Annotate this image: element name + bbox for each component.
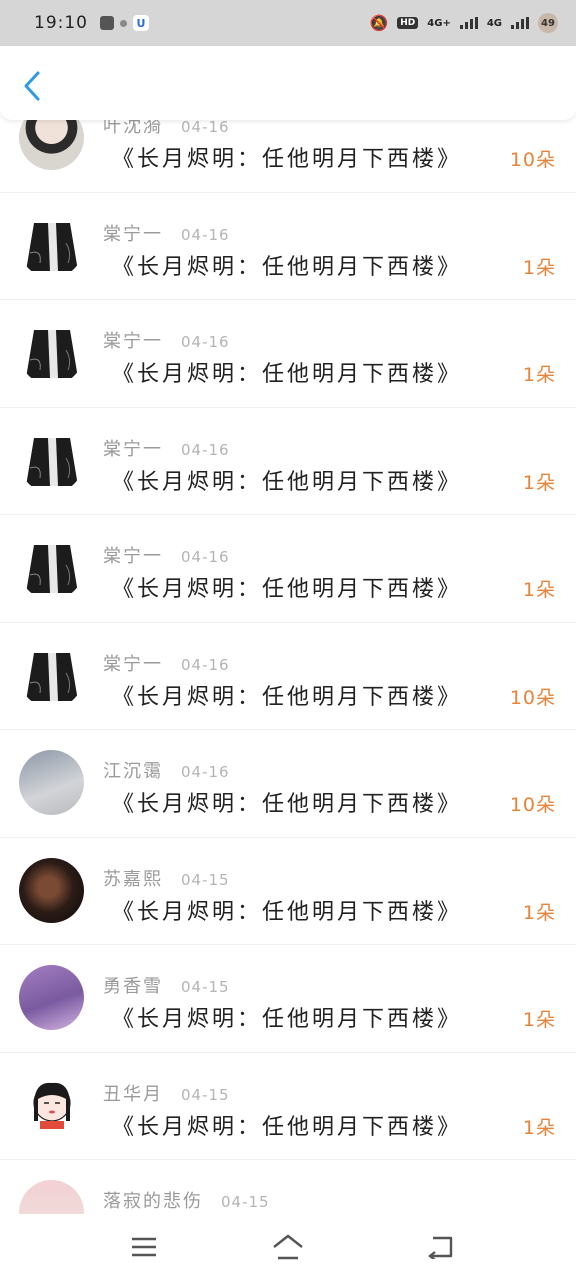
flower-count: 1朵 [522, 471, 556, 494]
gift-record-row[interactable]: 棠宁一 04-16 《长月烬明：任他明月下西楼》 1朵 [0, 193, 576, 300]
avatar[interactable] [19, 965, 84, 1030]
book-title[interactable]: 《长月烬明：任他明月下西楼》 [112, 679, 462, 711]
book-title[interactable]: 《长月烬明：任他明月下西楼》 [112, 1109, 462, 1141]
gift-record-row[interactable]: 棠宁一 04-16 《长月烬明：任他明月下西楼》 1朵 [0, 300, 576, 408]
gift-record-row[interactable]: 落寂的悲伤 04-15 [0, 1160, 576, 1214]
notification-dot-icon [120, 19, 127, 27]
menu-icon [132, 1237, 156, 1257]
username[interactable]: 勇香雪 [103, 972, 163, 998]
gift-record-row[interactable]: 苏嘉熙 04-15 《长月烬明：任他明月下西楼》 1朵 [0, 838, 576, 945]
avatar[interactable] [19, 1180, 84, 1214]
username[interactable]: 落寂的悲伤 [103, 1187, 203, 1213]
flower-count: 10朵 [509, 149, 556, 171]
gift-date: 04-16 [181, 440, 230, 459]
system-back-button[interactable] [420, 1230, 460, 1264]
status-time: 19:10 [34, 13, 88, 33]
chevron-left-icon [24, 71, 40, 101]
gift-date: 04-16 [181, 655, 230, 674]
flower-count: 1朵 [522, 1116, 556, 1139]
username[interactable]: 棠宁一 [103, 542, 163, 568]
network-label-1: 4G+ [427, 17, 451, 29]
username[interactable]: 江沉霭 [103, 757, 163, 783]
hd-icon: HD [397, 17, 419, 29]
avatar[interactable] [19, 857, 84, 923]
gift-date: 04-16 [181, 333, 230, 351]
gift-date: 04-16 [181, 120, 230, 136]
battery-icon: 49 [538, 13, 558, 33]
avatar[interactable] [19, 642, 84, 708]
book-title[interactable]: 《长月烬明：任他明月下西楼》 [112, 141, 462, 173]
book-title[interactable]: 《长月烬明：任他明月下西楼》 [112, 786, 462, 818]
home-icon [273, 1234, 303, 1260]
gift-record-row[interactable]: 丑华月 04-15 《长月烬明：任他明月下西楼》 1朵 [0, 1053, 576, 1160]
gift-date: 04-15 [181, 1085, 230, 1104]
username[interactable]: 苏嘉熙 [103, 865, 163, 891]
back-button[interactable] [14, 66, 50, 106]
avatar[interactable] [19, 535, 84, 600]
username[interactable]: 棠宁一 [103, 327, 163, 353]
menu-button[interactable] [124, 1230, 164, 1264]
avatar[interactable] [19, 120, 84, 170]
flower-count: 1朵 [522, 1009, 556, 1031]
signal-icon-2 [511, 17, 529, 29]
system-nav-bar [0, 1214, 576, 1280]
book-title[interactable]: 《长月烬明：任他明月下西楼》 [112, 356, 462, 388]
book-title[interactable]: 《长月烬明：任他明月下西楼》 [112, 249, 462, 281]
gift-date: 04-15 [181, 870, 230, 889]
flower-count: 1朵 [522, 579, 556, 601]
gift-record-row[interactable]: 勇香雪 04-15 《长月烬明：任他明月下西楼》 1朵 [0, 945, 576, 1053]
avatar[interactable] [19, 320, 84, 385]
gallery-icon [100, 16, 114, 30]
username[interactable]: 叶沈漪 [103, 120, 163, 138]
flower-count: 10朵 [509, 794, 556, 816]
gift-date: 04-16 [181, 225, 230, 244]
gift-date: 04-16 [181, 548, 230, 566]
home-button[interactable] [268, 1230, 308, 1264]
username[interactable]: 棠宁一 [103, 220, 163, 246]
gift-date: 04-16 [181, 763, 230, 781]
gift-record-row[interactable]: 棠宁一 04-16 《长月烬明：任他明月下西楼》 10朵 [0, 623, 576, 730]
back-arrow-icon [428, 1236, 453, 1259]
username[interactable]: 棠宁一 [103, 435, 163, 461]
book-title[interactable]: 《长月烬明：任他明月下西楼》 [112, 571, 462, 603]
flower-count: 1朵 [522, 256, 556, 279]
app-u-icon: U [133, 15, 149, 31]
avatar[interactable] [19, 212, 84, 278]
flower-count: 1朵 [522, 364, 556, 386]
network-label-2: 4G [486, 17, 502, 29]
gift-record-row[interactable]: 叶沈漪 04-16 《长月烬明：任他明月下西楼》 10朵 [0, 120, 576, 193]
username[interactable]: 棠宁一 [103, 650, 163, 676]
book-title[interactable]: 《长月烬明：任他明月下西楼》 [112, 894, 462, 926]
signal-icon [459, 17, 478, 29]
mute-bell-icon: 🔕 [369, 14, 389, 32]
flower-count: 10朵 [509, 686, 556, 709]
gift-date: 04-15 [181, 978, 230, 996]
top-header [0, 46, 576, 120]
avatar[interactable] [19, 427, 84, 493]
book-title[interactable]: 《长月烬明：任他明月下西楼》 [112, 464, 462, 496]
gift-date: 04-15 [221, 1193, 270, 1211]
flower-count: 1朵 [522, 901, 556, 924]
book-title[interactable]: 《长月烬明：任他明月下西楼》 [112, 1001, 462, 1033]
gift-record-row[interactable]: 江沉霭 04-16 《长月烬明：任他明月下西楼》 10朵 [0, 730, 576, 838]
avatar[interactable] [19, 750, 84, 815]
gift-record-row[interactable]: 棠宁一 04-16 《长月烬明：任他明月下西楼》 1朵 [0, 515, 576, 623]
username[interactable]: 丑华月 [103, 1080, 163, 1106]
gift-list[interactable]: 叶沈漪 04-16 《长月烬明：任他明月下西楼》 10朵 棠宁一 04-16 《长月烬明：任… [0, 120, 576, 1214]
gift-record-row[interactable]: 棠宁一 04-16 《长月烬明：任他明月下西楼》 1朵 [0, 408, 576, 515]
status-bar: 19:10 U 🔕 HD 4G+ 4G 49 [0, 0, 576, 46]
avatar[interactable] [19, 1072, 84, 1138]
